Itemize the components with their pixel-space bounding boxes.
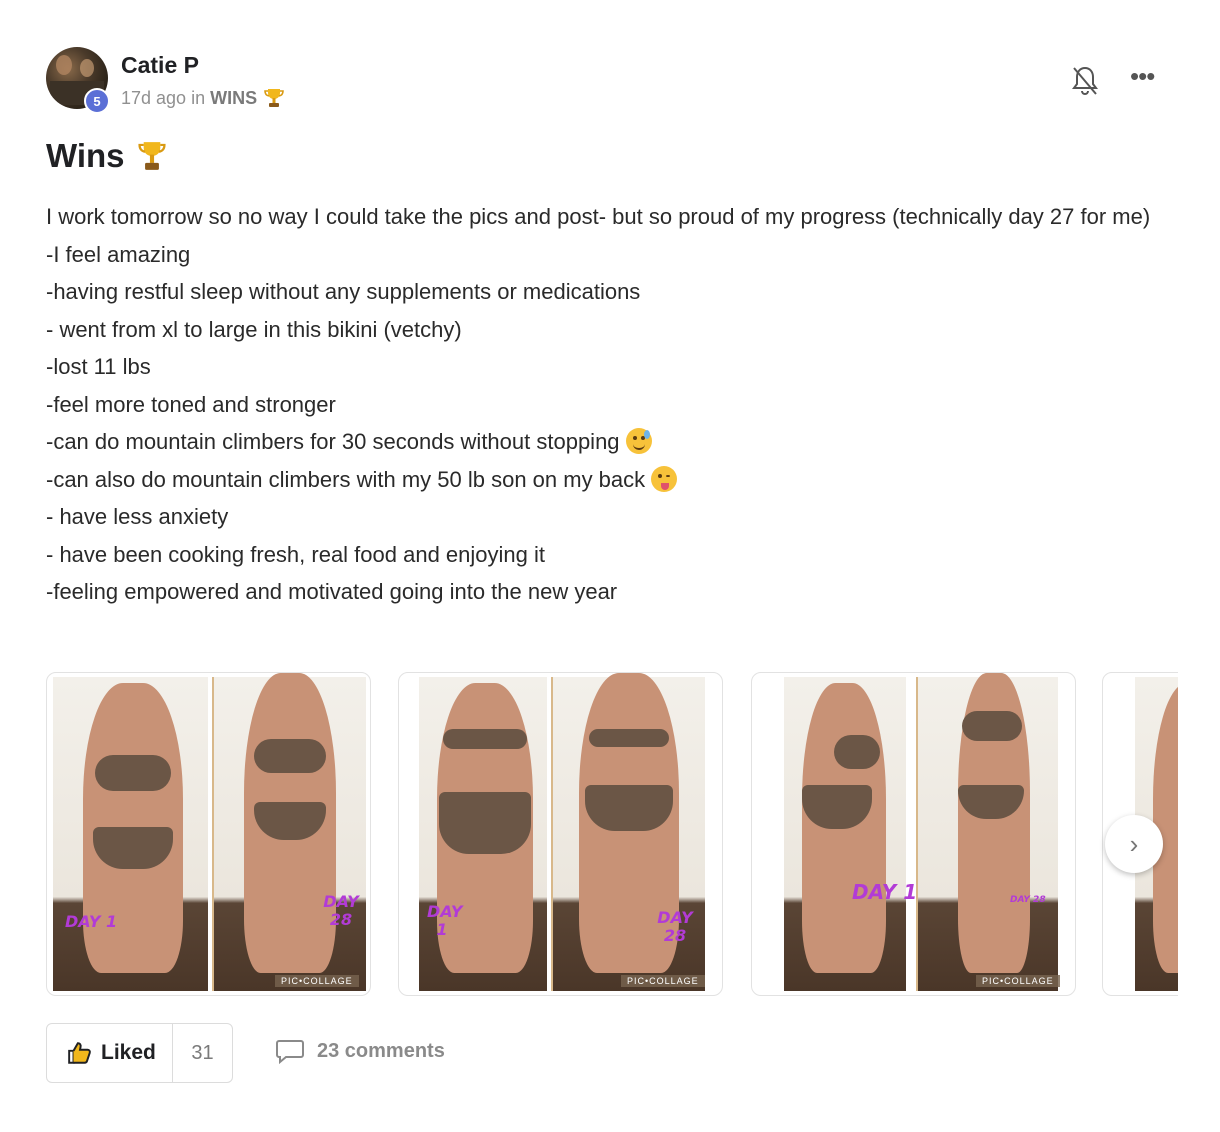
winking-tongue-emoji-icon	[651, 465, 678, 492]
body-line: -having restful sleep without any supple…	[46, 279, 641, 304]
level-badge: 5	[84, 88, 110, 114]
like-toggle[interactable]: Liked	[47, 1024, 173, 1082]
image-gallery: DAY 1 DAY 28 PIC•COLLAGE DAY 1 DAY 28 PI…	[46, 672, 1178, 998]
like-button[interactable]: Liked 31	[46, 1023, 233, 1083]
body-line: I work tomorrow so no way I could take t…	[46, 204, 1151, 229]
body-line: - went from xl to large in this bikini (…	[46, 316, 462, 342]
body-line-with-emoji: -can do mountain climbers for 30 seconds…	[46, 423, 1196, 461]
body-line: -can do mountain climbers for 30 seconds…	[46, 429, 620, 454]
day-label: DAY 28	[1010, 895, 1046, 905]
post-category[interactable]: WINS	[210, 88, 257, 109]
like-label: Liked	[101, 1041, 156, 1064]
post-title: Wins	[46, 137, 169, 175]
post-body: I work tomorrow so no way I could take t…	[46, 198, 1196, 611]
more-icon[interactable]: •••	[1130, 63, 1164, 94]
trophy-icon	[264, 89, 284, 107]
author-name[interactable]: Catie P	[121, 52, 199, 79]
post-card: 5 Catie P 17d ago in WINS ••• Wins I wor…	[0, 0, 1220, 1132]
watermark: PIC•COLLAGE	[976, 975, 1060, 987]
comments-count: 23 comments	[317, 1039, 445, 1062]
body-line-with-emoji: -can also do mountain climbers with my 5…	[46, 461, 1196, 499]
day-label: DAY 28	[323, 892, 359, 929]
like-count[interactable]: 31	[173, 1042, 232, 1065]
day-label: DAY 28	[657, 908, 693, 945]
thumbs-up-icon	[68, 1042, 91, 1064]
sweat-smile-emoji-icon	[625, 428, 652, 454]
day-label: DAY 1	[65, 912, 118, 931]
gallery-image[interactable]: DAY 1 DAY 28 PIC•COLLAGE	[751, 672, 1076, 996]
chevron-right-icon: ›	[1129, 828, 1139, 859]
day-label: DAY 1	[427, 902, 463, 939]
body-line: -I feel amazing	[46, 241, 191, 267]
watermark: PIC•COLLAGE	[275, 975, 359, 987]
body-line: -feeling empowered and motivated going i…	[46, 579, 618, 604]
post-meta: 17d ago in WINS	[121, 86, 286, 110]
post-title-text: Wins	[46, 137, 125, 174]
body-line: -feel more toned and stronger	[46, 391, 336, 417]
post-time: 17d ago in	[121, 87, 206, 108]
gallery-image[interactable]: DAY 1 DAY 28 PIC•COLLAGE	[398, 672, 723, 996]
day-label: DAY 1	[852, 880, 918, 904]
gallery-next-button[interactable]: ›	[1105, 815, 1163, 873]
body-line: -lost 11 lbs	[46, 354, 151, 379]
gallery-image[interactable]: DAY 1 DAY 28 PIC•COLLAGE	[46, 672, 371, 996]
comment-icon	[276, 1040, 304, 1064]
body-line: - have less anxiety	[46, 504, 229, 529]
watermark: PIC•COLLAGE	[621, 975, 705, 987]
comments-link[interactable]: 23 comments	[275, 1038, 445, 1064]
body-line: -can also do mountain climbers with my 5…	[46, 466, 646, 492]
trophy-icon	[137, 142, 166, 170]
body-line: - have been cooking fresh, real food and…	[46, 541, 545, 567]
bell-off-icon[interactable]	[1070, 64, 1100, 98]
